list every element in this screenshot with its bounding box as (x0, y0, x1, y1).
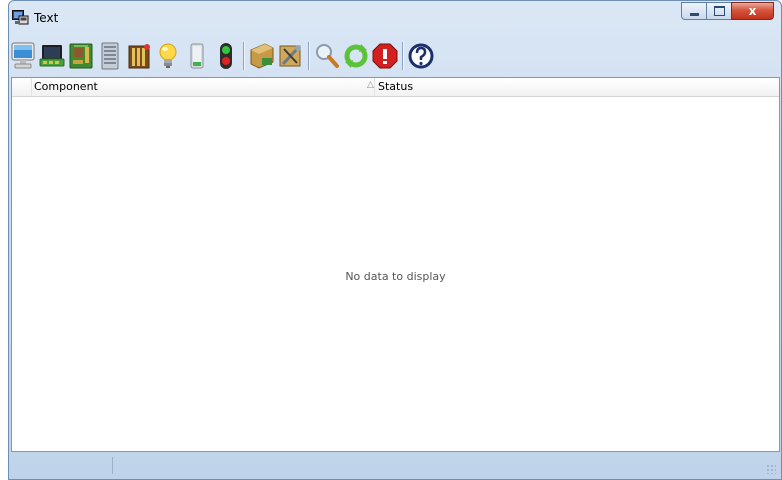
hardware-config-icon (250, 43, 273, 69)
toolbar-button-memory[interactable] (124, 40, 153, 72)
toolbar-button-light[interactable] (153, 40, 182, 72)
column-header-component[interactable]: Component (34, 80, 98, 93)
toolbar-separator (308, 42, 309, 70)
toolbar-button-help[interactable] (406, 40, 435, 72)
title-bar[interactable]: Text x (9, 1, 781, 35)
resize-grip[interactable] (766, 464, 776, 474)
grid-header: Component △ Status (12, 78, 779, 97)
computer-window-icon[interactable] (12, 10, 29, 25)
traffic-light-icon (219, 43, 232, 69)
storage-drive-icon (101, 42, 118, 70)
help-icon (408, 43, 433, 69)
row-indicator-header (12, 78, 32, 96)
toolbar-button-battery[interactable] (182, 40, 211, 72)
toolbar-button-monitor[interactable] (8, 40, 37, 72)
network-computer-icon (39, 45, 64, 67)
toolbar-button-tools[interactable] (276, 40, 305, 72)
battery-icon (190, 43, 203, 69)
window-controls: x (681, 2, 774, 21)
status-panel (11, 457, 113, 474)
minimize-icon (689, 12, 699, 16)
light-bulb-icon (159, 43, 176, 68)
circuit-board-icon (69, 43, 92, 69)
empty-grid-message: No data to display (345, 270, 446, 283)
toolbar-button-network[interactable] (37, 40, 66, 72)
minimize-button[interactable] (681, 2, 706, 20)
toolbar-button-signal[interactable] (211, 40, 240, 72)
column-divider[interactable] (374, 78, 375, 96)
maximize-icon (713, 6, 725, 16)
sort-indicator-icon: △ (367, 80, 374, 90)
tools-icon (279, 45, 301, 67)
toolbar-separator (402, 42, 403, 70)
computer-monitor-icon (11, 42, 34, 69)
toolbar-separator (243, 42, 244, 70)
toolbar-button-search[interactable] (312, 40, 341, 72)
memory-modules-icon (128, 44, 150, 69)
maximize-button[interactable] (706, 2, 731, 20)
close-icon: x (748, 4, 757, 18)
column-header-status[interactable]: Status (378, 80, 413, 93)
status-bar (8, 452, 782, 478)
close-button[interactable]: x (731, 2, 774, 20)
stop-icon (372, 43, 397, 69)
window-title: Text (34, 11, 59, 25)
component-grid[interactable]: Component △ Status No data to display (11, 77, 780, 452)
toolbar-button-refresh[interactable] (341, 40, 370, 72)
refresh-icon (344, 44, 367, 68)
toolbar-button-storage[interactable] (95, 40, 124, 72)
toolbar-button-hardware[interactable] (247, 40, 276, 72)
toolbar-button-board[interactable] (66, 40, 95, 72)
toolbar-button-stop[interactable] (370, 40, 399, 72)
magnifier-icon (315, 44, 339, 68)
toolbar (8, 36, 774, 76)
